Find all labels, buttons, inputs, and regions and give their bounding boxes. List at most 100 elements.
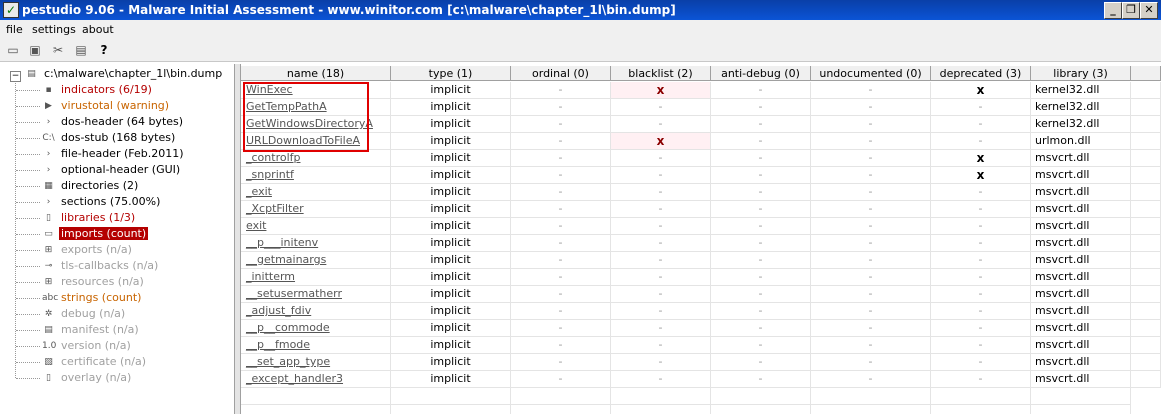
- empty-value: -: [868, 83, 873, 96]
- column-header[interactable]: blacklist (2): [611, 66, 711, 81]
- tree-item[interactable]: ▶ virustotal (warning): [42, 98, 171, 114]
- import-name-link[interactable]: exit: [241, 218, 391, 235]
- import-name-link[interactable]: __setusermatherr: [241, 286, 391, 303]
- table-cell: -: [811, 133, 931, 150]
- cut-icon[interactable]: ✂: [50, 42, 66, 58]
- import-name-link[interactable]: __set_app_type: [241, 354, 391, 371]
- tree-item[interactable]: ⊞ resources (n/a): [42, 274, 146, 290]
- import-name-link[interactable]: _adjust_fdiv: [241, 303, 391, 320]
- bug-icon: ✲: [44, 308, 53, 319]
- import-name-link[interactable]: _initterm: [241, 269, 391, 286]
- import-name-link[interactable]: URLDownloadToFileA: [241, 133, 391, 150]
- row-filler: [1131, 252, 1161, 269]
- tree-item[interactable]: ▤ manifest (n/a): [42, 322, 141, 338]
- empty-cell: [241, 388, 391, 405]
- tree-guide: [16, 202, 40, 203]
- import-name-link[interactable]: _snprintf: [241, 167, 391, 184]
- console-icon: C:\: [42, 132, 55, 143]
- minimize-button[interactable]: _: [1104, 2, 1122, 19]
- tree-guide: [15, 78, 16, 378]
- collapse-toggle[interactable]: −: [10, 71, 21, 82]
- tree-item[interactable]: › dos-header (64 bytes): [42, 114, 185, 130]
- empty-value: -: [658, 270, 663, 283]
- empty-cell: [811, 388, 931, 405]
- menu-file[interactable]: file: [6, 23, 23, 36]
- restore-button[interactable]: ❐: [1122, 2, 1140, 19]
- row-filler: [1131, 133, 1161, 150]
- title-bar: ✓ pestudio 9.06 - Malware Initial Assess…: [0, 0, 1161, 20]
- import-name-link[interactable]: _controlfp: [241, 150, 391, 167]
- open-folder-icon[interactable]: ▭: [5, 42, 21, 58]
- tree-item[interactable]: C:\ dos-stub (168 bytes): [42, 130, 177, 146]
- empty-value: -: [658, 185, 663, 198]
- column-header[interactable]: undocumented (0): [811, 66, 931, 81]
- import-name-link[interactable]: _except_handler3: [241, 371, 391, 388]
- import-name-link[interactable]: __p___initenv: [241, 235, 391, 252]
- tree-item[interactable]: › sections (75.00%): [42, 194, 162, 210]
- table-cell: -: [931, 99, 1031, 116]
- empty-value: -: [758, 355, 763, 368]
- column-header[interactable]: anti-debug (0): [711, 66, 811, 81]
- column-header[interactable]: ordinal (0): [511, 66, 611, 81]
- row-filler: [1131, 150, 1161, 167]
- clipboard-icon[interactable]: ▤: [73, 42, 89, 58]
- help-icon[interactable]: ?: [96, 42, 112, 58]
- tree-root[interactable]: ▤ c:\malware\chapter_1l\bin.dump: [25, 66, 224, 82]
- tree-item[interactable]: ▦ directories (2): [42, 178, 140, 194]
- import-name-link[interactable]: WinExec: [241, 82, 391, 99]
- empty-value: -: [658, 287, 663, 300]
- empty-value: -: [658, 338, 663, 351]
- column-header[interactable]: library (3): [1031, 66, 1131, 81]
- tree-item[interactable]: abc strings (count): [42, 290, 143, 306]
- import-name-link[interactable]: GetWindowsDirectoryA: [241, 116, 391, 133]
- table-cell: -: [511, 116, 611, 133]
- table-cell: -: [711, 133, 811, 150]
- row-filler: [1131, 218, 1161, 235]
- table-cell: -: [711, 320, 811, 337]
- library-value: urlmon.dll: [1035, 134, 1091, 147]
- import-name-link[interactable]: __getmainargs: [241, 252, 391, 269]
- save-icon[interactable]: ▣: [27, 42, 43, 58]
- column-header[interactable]: deprecated (3): [931, 66, 1031, 81]
- empty-value: -: [868, 338, 873, 351]
- tree-item[interactable]: 1.0 version (n/a): [42, 338, 133, 354]
- table-cell: -: [931, 252, 1031, 269]
- type-value: implicit: [430, 338, 471, 351]
- tree-item-label: debug (n/a): [61, 307, 126, 320]
- name-value: WinExec: [246, 83, 293, 96]
- exports-icon: ⊞: [44, 244, 53, 255]
- tree-item[interactable]: ✲ debug (n/a): [42, 306, 127, 322]
- empty-value: -: [758, 338, 763, 351]
- table-cell: implicit: [391, 337, 511, 354]
- empty-value: -: [978, 253, 983, 266]
- type-value: implicit: [430, 151, 471, 164]
- table-cell: implicit: [391, 184, 511, 201]
- column-header-filler: [1131, 66, 1161, 81]
- import-name-link[interactable]: GetTempPathA: [241, 99, 391, 116]
- tree-item[interactable]: ▧ certificate (n/a): [42, 354, 148, 370]
- column-header[interactable]: type (1): [391, 66, 511, 81]
- import-name-link[interactable]: __p__fmode: [241, 337, 391, 354]
- menu-settings[interactable]: settings: [32, 23, 76, 36]
- column-header[interactable]: name (18): [241, 66, 391, 81]
- tree-item[interactable]: › optional-header (GUI): [42, 162, 182, 178]
- menu-about[interactable]: about: [82, 23, 114, 36]
- tree-item[interactable]: ▭ imports (count): [42, 226, 149, 242]
- tree-item[interactable]: ▪ indicators (6/19): [42, 82, 154, 98]
- tree-item[interactable]: ▯ overlay (n/a): [42, 370, 133, 386]
- table-cell: x: [611, 82, 711, 99]
- tree-item[interactable]: ⊞ exports (n/a): [42, 242, 134, 258]
- tree-item[interactable]: ⊸ tls-callbacks (n/a): [42, 258, 160, 274]
- import-name-link[interactable]: _XcptFilter: [241, 201, 391, 218]
- close-button[interactable]: ✕: [1140, 2, 1158, 19]
- import-name-link[interactable]: __p__commode: [241, 320, 391, 337]
- arrow-right-icon: ›: [46, 164, 51, 175]
- import-name-link[interactable]: _exit: [241, 184, 391, 201]
- empty-value: -: [868, 355, 873, 368]
- table-cell: msvcrt.dll: [1031, 371, 1131, 388]
- empty-value: -: [978, 236, 983, 249]
- empty-value: -: [868, 151, 873, 164]
- empty-value: -: [868, 100, 873, 113]
- tree-item[interactable]: ▯ libraries (1/3): [42, 210, 137, 226]
- tree-item[interactable]: › file-header (Feb.2011): [42, 146, 186, 162]
